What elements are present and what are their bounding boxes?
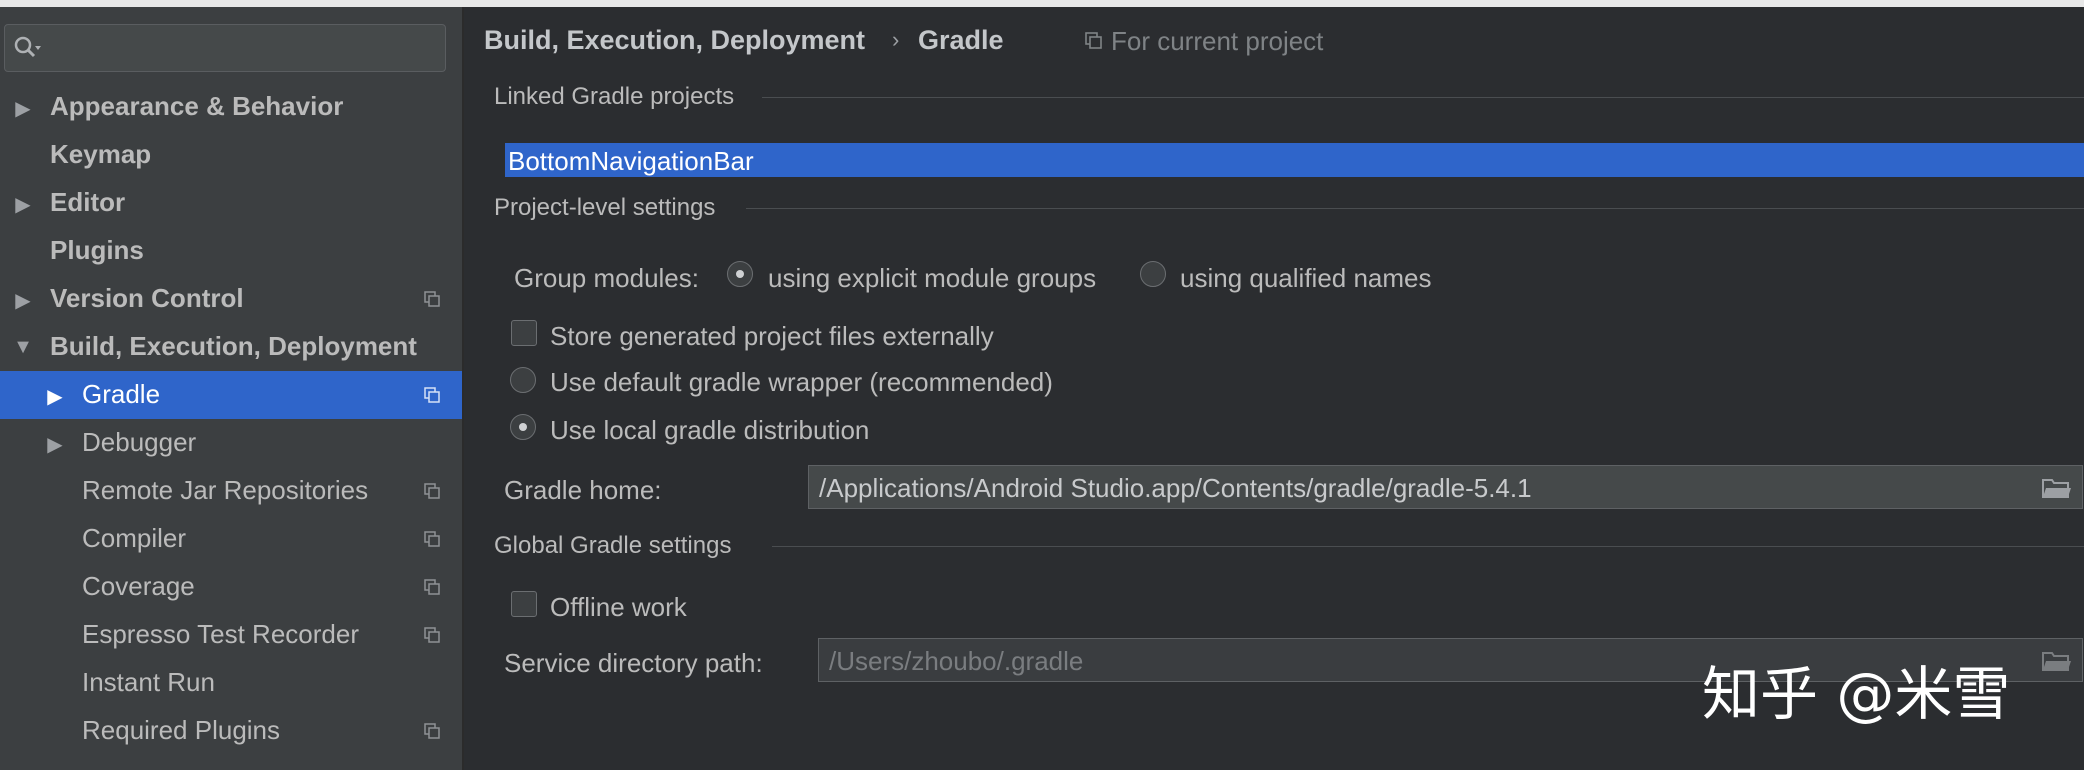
folder-icon[interactable] [2042, 477, 2072, 499]
default-wrapper-label[interactable]: Use default gradle wrapper (recommended) [550, 367, 1053, 398]
linked-projects-title: Linked Gradle projects [494, 83, 735, 110]
sidebar-item-debugger[interactable]: ▶ Debugger [0, 419, 462, 467]
search-icon [14, 36, 41, 58]
offline-work-checkbox[interactable] [511, 591, 537, 617]
sidebar-item-plugins[interactable]: Plugins [0, 227, 462, 275]
sidebar-item-appearance-behavior[interactable]: ▶ Appearance & Behavior [0, 83, 462, 131]
sidebar-item-espresso-test-recorder[interactable]: Espresso Test Recorder [0, 611, 462, 659]
radio-default-wrapper[interactable] [510, 367, 536, 393]
project-scope-icon [1085, 32, 1102, 49]
project-scope-icon [424, 291, 440, 307]
breadcrumb-current: Gradle [918, 25, 1004, 55]
expand-right-icon[interactable]: ▶ [45, 384, 65, 409]
gradle-settings-panel: Build, Execution, Deployment › Gradle Fo… [464, 7, 2084, 770]
project-scope-icon [424, 387, 440, 403]
settings-sidebar: ▶ Appearance & Behavior Keymap ▶ Editor Plugi… [0, 7, 462, 770]
breadcrumb-parent[interactable]: Build, Execution, Deployment [484, 25, 865, 56]
service-dir-label: Service directory path: [504, 648, 763, 678]
linked-project-name: BottomNavigationBar [508, 146, 754, 176]
offline-work-label[interactable]: Offline work [550, 592, 687, 623]
expand-right-icon[interactable]: ▶ [13, 288, 33, 313]
window-top-edge [0, 0, 2084, 7]
sidebar-item-compiler[interactable]: Compiler [0, 515, 462, 563]
expand-right-icon[interactable]: ▶ [13, 96, 33, 121]
sidebar-item-required-plugins[interactable]: Required Plugins [0, 707, 462, 755]
option-explicit-label[interactable]: using explicit module groups [768, 263, 1096, 294]
gradle-home-field[interactable]: /Applications/Android Studio.app/Content… [808, 465, 2083, 509]
sidebar-item-keymap[interactable]: Keymap [0, 131, 462, 179]
sidebar-item-remote-jar-repositories[interactable]: Remote Jar Repositories [0, 467, 462, 515]
sidebar-item-label: Compiler [82, 523, 187, 553]
radio-qualified-names[interactable] [1140, 261, 1166, 287]
project-settings-title: Project-level settings [494, 194, 716, 221]
gradle-home-value: /Applications/Android Studio.app/Content… [819, 473, 1532, 503]
project-scope-icon [424, 531, 440, 547]
local-distribution-label[interactable]: Use local gradle distribution [550, 415, 869, 446]
project-scope-icon [424, 627, 440, 643]
project-scope-icon [424, 723, 440, 739]
radio-explicit-groups[interactable] [727, 261, 753, 287]
project-scope-icon [424, 579, 440, 595]
group-modules-label: Group modules: [514, 263, 699, 293]
option-qualified-label[interactable]: using qualified names [1180, 263, 1432, 294]
global-settings-title: Global Gradle settings [494, 532, 732, 559]
sidebar-item-label: Version Control [50, 283, 244, 313]
folder-icon[interactable] [2042, 650, 2072, 672]
sidebar-item-label: Build, Execution, Deployment [50, 331, 417, 361]
sidebar-item-label: Instant Run [82, 667, 215, 697]
section-separator [746, 208, 2084, 209]
sidebar-item-label: Appearance & Behavior [50, 91, 344, 121]
sidebar-item-build-execution-deployment[interactable]: ▼ Build, Execution, Deployment [0, 323, 462, 371]
store-externally-label[interactable]: Store generated project files externally [550, 321, 994, 352]
sidebar-item-coverage[interactable]: Coverage [0, 563, 462, 611]
sidebar-item-label: Remote Jar Repositories [82, 475, 369, 505]
service-dir-value: /Users/zhoubo/.gradle [829, 646, 1084, 676]
sidebar-item-instant-run[interactable]: Instant Run [0, 659, 462, 707]
sidebar-item-gradle[interactable]: ▶ Gradle [0, 371, 462, 419]
sidebar-item-label: Required Plugins [82, 715, 281, 745]
sidebar-item-version-control[interactable]: ▶ Version Control [0, 275, 462, 323]
sidebar-item-editor[interactable]: ▶ Editor [0, 179, 462, 227]
gradle-home-label: Gradle home: [504, 475, 662, 505]
sidebar-item-label: Coverage [82, 571, 195, 601]
section-separator [772, 546, 2084, 547]
project-scope-icon [424, 483, 440, 499]
sidebar-item-label: Editor [50, 187, 126, 217]
sidebar-item-label: Espresso Test Recorder [82, 619, 359, 649]
sidebar-item-label: Keymap [50, 139, 152, 169]
expand-down-icon[interactable]: ▼ [13, 336, 33, 359]
sidebar-item-label: Debugger [82, 427, 197, 457]
watermark: 知乎 @米雪 [1702, 660, 2011, 728]
breadcrumb-separator: › [892, 27, 900, 52]
expand-right-icon[interactable]: ▶ [45, 432, 65, 457]
settings-search-input[interactable] [4, 24, 446, 72]
sidebar-item-label: Gradle [82, 379, 161, 409]
radio-local-distribution[interactable] [510, 414, 536, 440]
section-separator [762, 97, 2084, 98]
store-externally-checkbox[interactable] [511, 320, 537, 346]
linked-project-row[interactable]: BottomNavigationBar [505, 143, 2084, 177]
expand-right-icon[interactable]: ▶ [13, 192, 33, 217]
scope-hint: For current project [1111, 26, 1324, 56]
sidebar-item-label: Plugins [50, 235, 144, 265]
